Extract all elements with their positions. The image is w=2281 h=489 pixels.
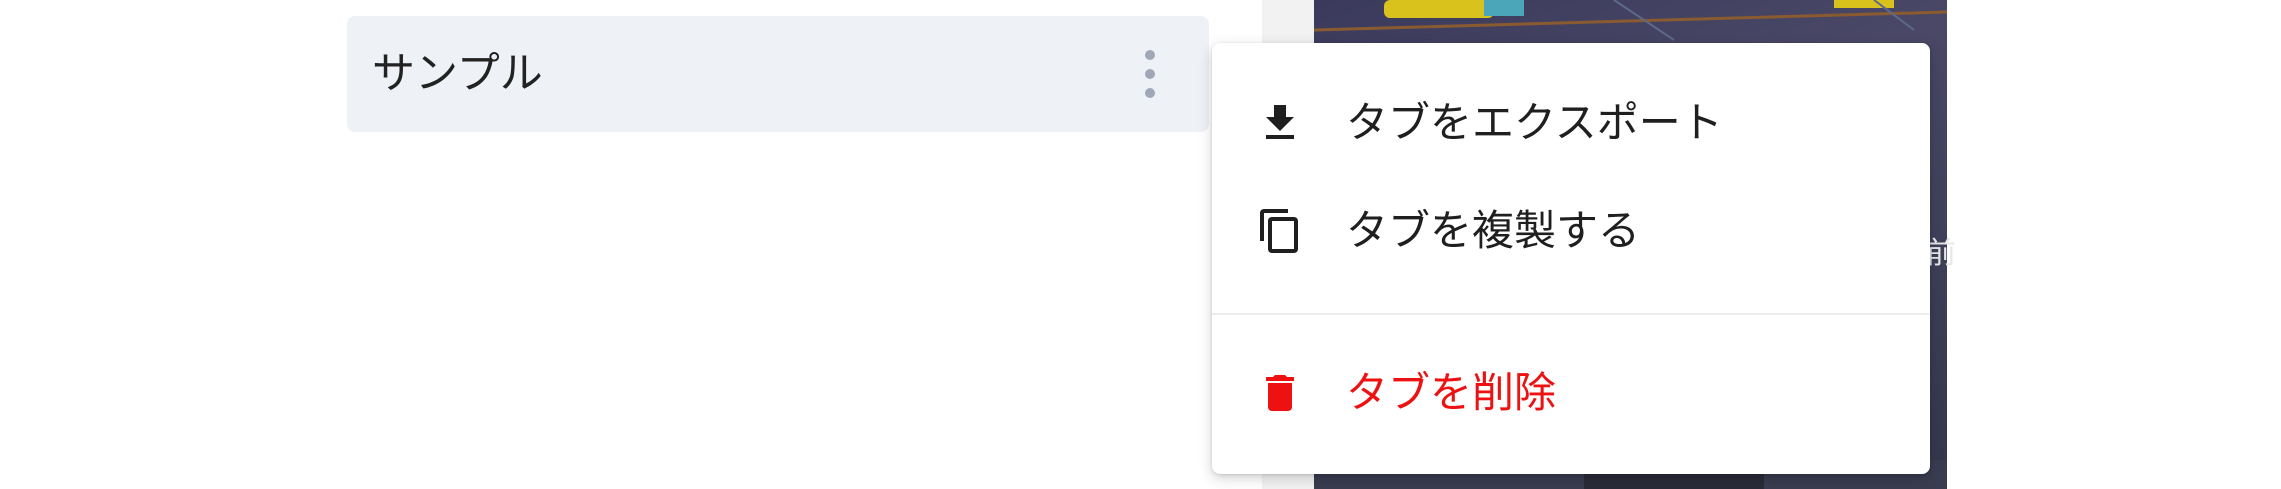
copy-icon [1256, 207, 1304, 255]
menu-item-label: タブをエクスポート [1346, 98, 1723, 147]
download-icon [1256, 99, 1304, 147]
menu-item-duplicate-tab[interactable]: タブを複製する [1212, 187, 1930, 275]
tab-label: サンプル [372, 49, 543, 99]
menu-item-label: タブを削除 [1346, 368, 1557, 417]
tab-context-menu: タブをエクスポート タブを複製する タブを削除 [1212, 43, 1930, 474]
trash-icon [1256, 369, 1304, 417]
menu-item-delete-tab[interactable]: タブを削除 [1212, 349, 1930, 437]
tab-item-sample[interactable]: サンプル [347, 16, 1209, 132]
menu-item-label: タブを複製する [1346, 206, 1641, 255]
more-vert-icon[interactable] [1135, 50, 1165, 98]
menu-item-export-tab[interactable]: タブをエクスポート [1212, 79, 1930, 167]
menu-divider [1212, 313, 1930, 315]
map-edge-label: 前 [1926, 236, 1956, 271]
app-viewport: サンプル 前 タブをエクスポート タブを複製する タブを削除 [0, 0, 2281, 489]
